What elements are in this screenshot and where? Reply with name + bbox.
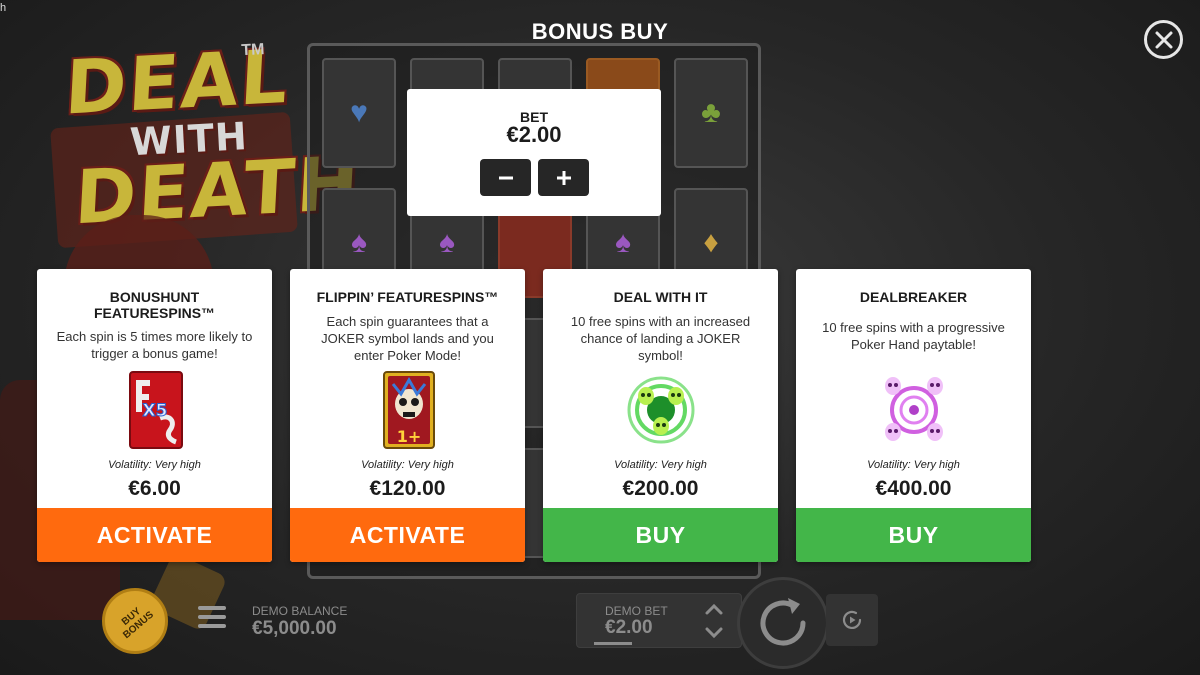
spin-icon <box>760 598 806 646</box>
bet-panel: BET €2.00 <box>407 89 661 216</box>
card-title: FLIPPIN’ FEATURESPINS™ <box>316 289 499 305</box>
card-volatility: Volatility: Very high <box>614 459 707 471</box>
close-button[interactable] <box>1144 20 1183 59</box>
demo-balance-label: DEMO BALANCE <box>252 604 348 618</box>
demo-bet-underline <box>594 642 632 645</box>
svg-text:X5: X5 <box>142 401 167 421</box>
svg-text:1+: 1+ <box>396 427 421 446</box>
card-description: 10 free spins with an increased chance o… <box>570 314 751 363</box>
bet-increase-button[interactable] <box>538 159 589 196</box>
card-price: €120.00 <box>369 477 446 500</box>
bet-value: €2.00 <box>506 122 562 147</box>
plus-icon <box>556 170 571 185</box>
card-price: €400.00 <box>875 477 952 500</box>
demo-bet-selector[interactable]: DEMO BET €2.00 <box>576 593 742 648</box>
minus-icon <box>498 176 513 179</box>
activate-button[interactable]: ACTIVATE <box>290 508 525 562</box>
purple-skull-vortex-icon <box>884 377 943 441</box>
autoplay-button[interactable] <box>826 594 878 646</box>
menu-icon[interactable] <box>198 606 226 632</box>
buy-button[interactable]: BUY <box>796 508 1031 562</box>
demo-bet-value: €2.00 <box>605 617 653 638</box>
bonus-card-dealbreaker: DEALBREAKER 10 free spins with a progres… <box>796 269 1031 562</box>
club-icon: ♣ <box>701 96 721 129</box>
spade-icon: ♠ <box>615 226 631 259</box>
card-title: BONUSHUNT FEATURESPINS™ <box>93 289 216 321</box>
card-price: €200.00 <box>622 477 699 500</box>
buy-button[interactable]: BUY <box>543 508 778 562</box>
spade-icon: ♠ <box>351 226 367 259</box>
card-price: €6.00 <box>128 477 181 500</box>
page-title: BONUS BUY <box>531 19 669 44</box>
green-skull-vortex-icon <box>627 376 694 444</box>
autoplay-icon <box>842 610 862 629</box>
bonus-card-flippin: FLIPPIN’ FEATURESPINS™ Each spin guarant… <box>290 269 525 562</box>
reel-cell: ♥ <box>322 58 396 168</box>
reel-cell: ♣ <box>674 58 748 168</box>
bet-stepper-arrows[interactable] <box>703 600 725 642</box>
diamond-icon: ♦ <box>703 226 719 259</box>
chevron-up-icon <box>705 603 723 615</box>
card-title: DEALBREAKER <box>859 289 968 305</box>
bonus-card-bonushunt: BONUSHUNT FEATURESPINS™ Each spin is 5 t… <box>37 269 272 562</box>
card-description: Each spin is 5 times more likely to trig… <box>56 329 253 361</box>
card-volatility: Volatility: Very high <box>361 459 454 471</box>
bonus-card-deal-with-it: DEAL WITH IT 10 free spins with an incre… <box>543 269 778 562</box>
game-logo: DEAL TM WITH DEATH <box>43 34 363 247</box>
buy-bonus-button[interactable]: BUY BONUS <box>102 588 168 654</box>
joker-skull-card-icon: 1+ <box>382 371 435 449</box>
corner-glyph: h <box>0 2 7 14</box>
spin-button[interactable] <box>737 577 829 669</box>
card-volatility: Volatility: Very high <box>108 459 201 471</box>
demo-bet-label: DEMO BET <box>605 604 668 618</box>
demo-balance-value: €5,000.00 <box>252 618 337 639</box>
card-title: DEAL WITH IT <box>613 289 708 305</box>
chevron-down-icon <box>705 627 723 639</box>
fx5-card-icon: X5 <box>128 371 183 449</box>
buy-bonus-label: BUY BONUS <box>119 605 156 642</box>
card-volatility: Volatility: Very high <box>867 459 960 471</box>
bet-decrease-button[interactable] <box>480 159 531 196</box>
spade-icon: ♠ <box>439 226 455 259</box>
close-icon <box>1155 31 1172 48</box>
activate-button[interactable]: ACTIVATE <box>37 508 272 562</box>
card-description: 10 free spins with a progressive Poker H… <box>822 320 1005 352</box>
heart-icon: ♥ <box>350 96 368 129</box>
card-description: Each spin guarantees that a JOKER symbol… <box>321 314 494 363</box>
